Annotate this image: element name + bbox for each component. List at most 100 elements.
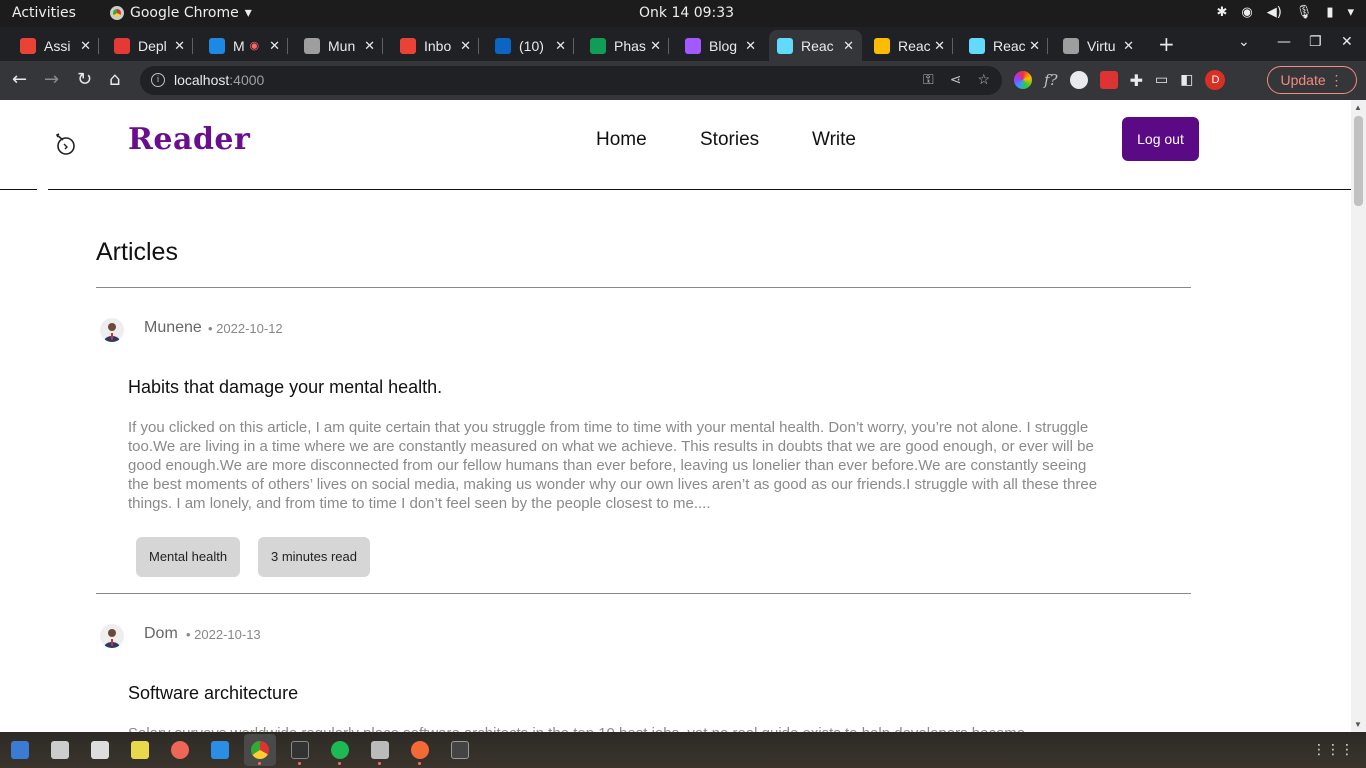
battery-icon[interactable]: ▮ — [1326, 5, 1333, 20]
author-avatar[interactable] — [100, 624, 124, 648]
restore-icon[interactable]: ❐ — [1309, 34, 1322, 50]
close-window-icon[interactable]: ✕ — [1341, 34, 1353, 50]
clock[interactable]: Onk 14 09:33 — [639, 5, 734, 21]
tab-title: (10) — [519, 37, 544, 54]
scrollbar-thumb[interactable] — [1354, 116, 1363, 206]
tab-favicon-icon — [969, 37, 985, 54]
tab-close-icon[interactable]: ✕ — [555, 38, 566, 54]
site-brand[interactable]: Reader — [128, 122, 250, 157]
side-panel-icon[interactable]: ◧ — [1180, 72, 1193, 88]
tab-title: Phas — [614, 37, 646, 54]
bookmark-star-icon[interactable]: ☆ — [977, 71, 990, 88]
tab-close-icon[interactable]: ✕ — [745, 38, 756, 54]
minimize-icon[interactable]: — — [1277, 34, 1291, 50]
update-button[interactable]: Update ⋮ — [1267, 66, 1357, 94]
logout-button[interactable]: Log out — [1122, 117, 1199, 161]
vscode-app-icon[interactable] — [211, 741, 229, 759]
browser-tab[interactable]: Blog ✕ — [677, 30, 764, 61]
browser-tab[interactable]: Phas ✕ — [582, 30, 669, 61]
notes-app-icon[interactable] — [131, 741, 149, 759]
tab-close-icon[interactable]: ✕ — [934, 38, 945, 54]
browser-tab[interactable]: Virtu ✕ — [1055, 30, 1142, 61]
browser-tab[interactable]: (10) ✕ — [487, 30, 574, 61]
header-divider — [0, 189, 37, 190]
tab-close-icon[interactable]: ✕ — [843, 38, 854, 54]
scroll-down-icon[interactable]: ▼ — [1354, 720, 1362, 729]
browser-tab[interactable]: Inbo ✕ — [392, 30, 479, 61]
forward-icon[interactable]: → — [44, 69, 59, 91]
app-grid-icon[interactable]: ⋮⋮⋮ — [1312, 742, 1354, 758]
browser-tab[interactable]: Depl ✕ — [106, 30, 193, 61]
font-extension-icon[interactable]: f? — [1044, 71, 1058, 89]
share-icon[interactable]: ⋖ — [950, 71, 962, 88]
author-name[interactable]: Munene — [144, 319, 202, 337]
browser-tab[interactable]: Assi ✕ — [12, 30, 99, 61]
volume-icon[interactable]: ◀) — [1267, 5, 1282, 20]
read-time-chip: 3 minutes read — [258, 537, 370, 577]
new-tab-button[interactable]: + — [1158, 32, 1175, 56]
address-bar[interactable]: i localhost:4000 ⚿ ⋖ ☆ — [140, 66, 1002, 95]
author-avatar[interactable] — [100, 318, 124, 342]
microphone-icon[interactable]: 🎙 — [1296, 5, 1313, 20]
tab-close-icon[interactable]: ✕ — [174, 38, 185, 54]
text-editor-app-icon[interactable] — [91, 741, 109, 759]
tab-close-icon[interactable]: ✕ — [1029, 38, 1040, 54]
system-tray[interactable]: ✱ ◉ ◀) 🎙 ▮ ▾ — [1216, 5, 1354, 20]
article-title[interactable]: Habits that damage your mental health. — [128, 377, 442, 398]
browser-tab[interactable]: Reac ✕ — [961, 30, 1048, 61]
extension-icon[interactable] — [1099, 71, 1118, 89]
scroll-up-icon[interactable]: ▲ — [1354, 103, 1362, 112]
cast-icon[interactable]: ▭ — [1155, 72, 1168, 88]
tag-chip[interactable]: Mental health — [136, 537, 241, 577]
chrome-app-icon[interactable] — [251, 741, 269, 759]
tab-close-icon[interactable]: ✕ — [650, 38, 661, 54]
page-scrollbar[interactable]: ▲ ▼ — [1351, 100, 1366, 732]
nav-stories[interactable]: Stories — [700, 129, 759, 151]
tab-close-icon[interactable]: ✕ — [269, 38, 280, 54]
key-icon[interactable]: ⚿ — [923, 71, 934, 88]
nav-write[interactable]: Write — [812, 129, 856, 151]
tab-close-icon[interactable]: ✕ — [364, 38, 375, 54]
tab-title: Blog — [709, 37, 738, 54]
spotify-app-icon[interactable] — [331, 741, 349, 759]
author-name[interactable]: Dom — [144, 625, 178, 643]
pointer-logo-icon[interactable] — [53, 131, 79, 157]
article-excerpt: Salary surveys worldwide regularly place… — [128, 724, 1103, 732]
extensions-puzzle-icon[interactable]: ✚ — [1130, 71, 1143, 90]
tab-close-icon[interactable]: ✕ — [1123, 38, 1134, 54]
database-app-icon[interactable] — [371, 741, 389, 759]
site-info-icon[interactable]: i — [151, 73, 165, 87]
chrome-icon — [110, 6, 124, 20]
home-icon[interactable]: ⌂ — [109, 69, 120, 91]
browser-tab[interactable]: M ◉ ✕ — [201, 30, 288, 61]
profile-avatar[interactable]: D — [1205, 70, 1226, 90]
extension-icon[interactable] — [1069, 71, 1088, 89]
slack-icon[interactable]: ✱ — [1216, 5, 1227, 20]
tab-close-icon[interactable]: ✕ — [460, 38, 471, 54]
article-title[interactable]: Software architecture — [128, 683, 298, 704]
tab-favicon-icon — [495, 37, 511, 54]
browser-tab[interactable]: Reac ✕ — [866, 30, 953, 61]
terminal-app-icon[interactable] — [291, 741, 309, 759]
back-icon[interactable]: ← — [12, 69, 27, 91]
app-menu[interactable]: Google Chrome ▾ — [110, 5, 252, 21]
activities-button[interactable]: Activities — [12, 5, 76, 21]
reload-icon[interactable]: ↻ — [77, 69, 92, 91]
power-menu-icon[interactable]: ▾ — [1347, 5, 1354, 20]
browser-tab[interactable]: Mun ✕ — [296, 30, 383, 61]
slack-app-icon[interactable] — [171, 741, 189, 759]
url-text[interactable]: localhost:4000 — [174, 72, 264, 88]
tab-favicon-icon — [590, 37, 606, 54]
wifi-icon[interactable]: ◉ — [1241, 5, 1252, 20]
screenshot-app-icon[interactable] — [51, 741, 69, 759]
postman-app-icon[interactable] — [411, 741, 429, 759]
tab-search-icon[interactable]: ⌄ — [1238, 34, 1250, 50]
browser-tab-active[interactable]: Reac ✕ — [769, 30, 862, 61]
system-monitor-app-icon[interactable] — [451, 741, 469, 759]
tab-close-icon[interactable]: ✕ — [80, 38, 91, 54]
page-viewport: Reader Home Stories Write Log out Articl… — [0, 100, 1366, 732]
tab-favicon-icon — [209, 37, 225, 54]
files-app-icon[interactable] — [11, 741, 29, 759]
nav-home[interactable]: Home — [596, 129, 647, 151]
color-picker-extension-icon[interactable] — [1014, 71, 1032, 89]
